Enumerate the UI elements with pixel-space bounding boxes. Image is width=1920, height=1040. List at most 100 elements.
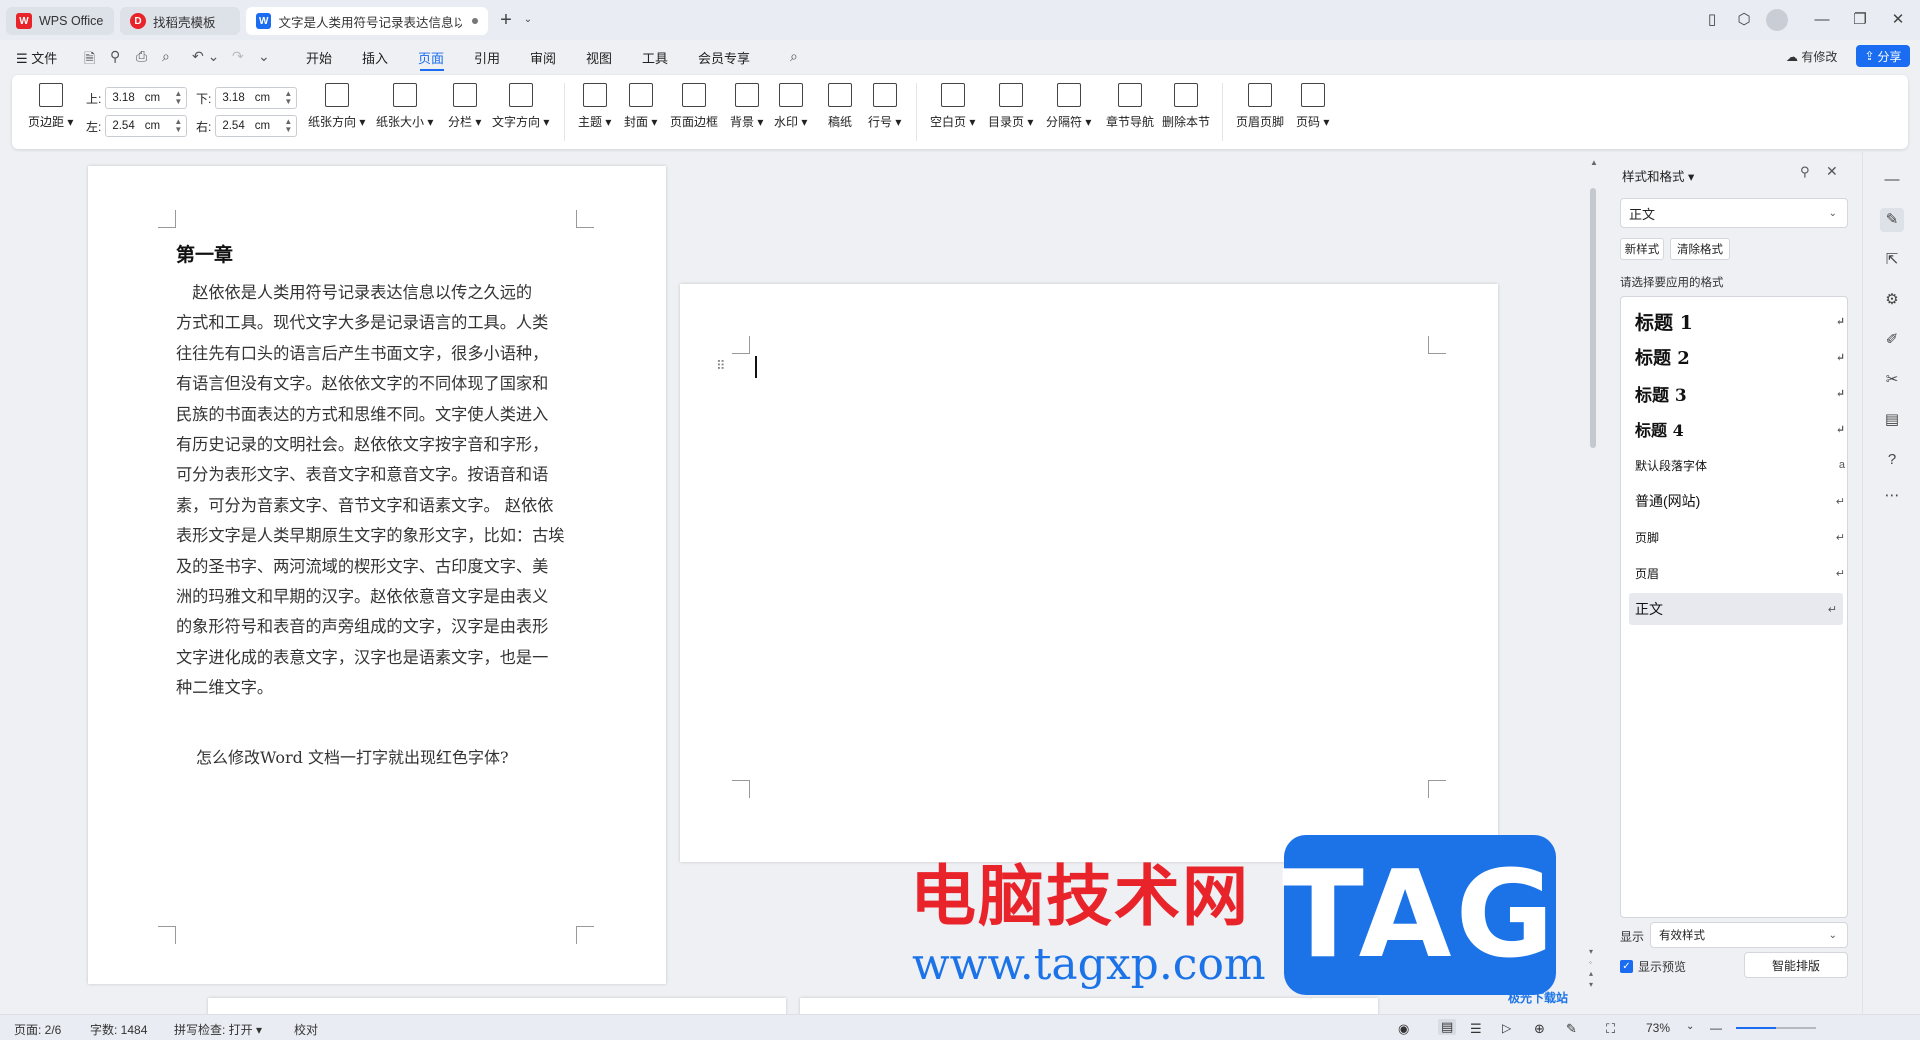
smart-layout-button[interactable]: 智能排版 bbox=[1744, 952, 1848, 978]
page-view-icon[interactable]: ▤ bbox=[1438, 1019, 1457, 1035]
margin-left-field[interactable]: 左: 2.54 cm ▲ ▼ bbox=[86, 115, 188, 137]
zoom-out-icon[interactable]: — bbox=[1710, 1021, 1722, 1035]
outline-view-icon[interactable]: ☰ bbox=[1470, 1021, 1482, 1037]
paragraph-line[interactable]: 文字进化成的表意文字，汉字也是语素文字，也是一 bbox=[176, 643, 586, 673]
question-line[interactable]: 怎么修改Word 文档一打字就出现红色字体? bbox=[196, 744, 509, 768]
pen-icon[interactable]: ✎ bbox=[1566, 1021, 1577, 1037]
margin-left-input[interactable]: 2.54 bbox=[112, 120, 134, 132]
menu-insert[interactable]: 插入 bbox=[362, 48, 388, 67]
margin-bottom-input[interactable]: 3.18 bbox=[222, 92, 244, 104]
margin-top-input[interactable]: 3.18 bbox=[112, 92, 134, 104]
cover-button[interactable]: 封面 ▾ bbox=[624, 83, 657, 130]
body-paragraph[interactable]: 赵依依是人类用符号记录表达信息以传之久远的 方式和工具。现代文字大多是记录语言的工… bbox=[176, 278, 586, 704]
background-button[interactable]: 背景 ▾ bbox=[730, 83, 763, 130]
page-indicator[interactable]: 页面: 2/6 bbox=[14, 1021, 61, 1038]
new-style-button[interactable]: 新样式 bbox=[1620, 238, 1664, 260]
page-nav-icon[interactable]: ▾ ◦ ▴ ▾ bbox=[1589, 946, 1593, 990]
page-3[interactable] bbox=[208, 998, 786, 1014]
paragraph-line[interactable]: 有历史记录的文明社会。赵依依文字按字音和字形， bbox=[176, 430, 586, 460]
print-preview-icon[interactable]: ⌕ bbox=[162, 48, 170, 65]
zoom-dropdown-icon[interactable]: ⌄ bbox=[1686, 1021, 1694, 1032]
text-direction-button[interactable]: 文字方向 ▾ bbox=[492, 83, 549, 130]
current-style-select[interactable]: 正文 ⌄ bbox=[1620, 198, 1848, 228]
theme-button[interactable]: 主题 ▾ bbox=[578, 83, 611, 130]
manuscript-button[interactable]: 稿纸 bbox=[828, 83, 852, 130]
columns-button[interactable]: 分栏 ▾ bbox=[448, 83, 481, 130]
paragraph-line[interactable]: 素，可分为音素文字、音节文字和语素文字。 赵依依 bbox=[176, 491, 586, 521]
margin-right-field[interactable]: 右: 2.54 cm ▲ ▼ bbox=[196, 115, 298, 137]
section-nav-button[interactable]: 章节导航 bbox=[1106, 83, 1154, 130]
chevron-down-icon[interactable]: ⌄ bbox=[518, 10, 538, 30]
toc-page-button[interactable]: 目录页 ▾ bbox=[988, 83, 1033, 130]
tab-wps-office[interactable]: W WPS Office bbox=[6, 7, 114, 35]
paragraph-line[interactable]: 有语言但没有文字。赵依依文字的不同体现了国家和 bbox=[176, 369, 586, 399]
paragraph-line[interactable]: 种二维文字。 bbox=[176, 673, 586, 703]
style-heading-4[interactable]: 标题 4 ↵ bbox=[1635, 415, 1845, 443]
word-count[interactable]: 字数: 1484 bbox=[90, 1021, 147, 1038]
drag-handle-icon[interactable]: ⠿ bbox=[716, 358, 726, 374]
page-border-button[interactable]: 页面边框 bbox=[670, 83, 718, 130]
separator-button[interactable]: 分隔符 ▾ bbox=[1046, 83, 1091, 130]
line-number-button[interactable]: 行号 ▾ bbox=[868, 83, 901, 130]
modified-indicator[interactable]: ☁ 有修改 bbox=[1786, 48, 1837, 65]
style-heading-3[interactable]: 标题 3 ↵ bbox=[1635, 379, 1845, 407]
eye-icon[interactable]: ◉ bbox=[1398, 1021, 1409, 1037]
menu-view[interactable]: 视图 bbox=[586, 48, 612, 67]
web-view-icon[interactable]: ⊕ bbox=[1534, 1021, 1545, 1037]
share-button[interactable]: ⇪ 分享 bbox=[1856, 45, 1910, 67]
close-panel-icon[interactable]: ✕ bbox=[1826, 163, 1838, 180]
paragraph-line[interactable]: 方式和工具。现代文字大多是记录语言的工具。人类 bbox=[176, 308, 586, 338]
share-link-icon[interactable]: ⚲ bbox=[110, 48, 120, 65]
more-icon[interactable]: ⋯ bbox=[1880, 484, 1904, 508]
tab-document[interactable]: W 文字是人类用符号记录表达信息以 bbox=[246, 7, 488, 35]
paragraph-line[interactable]: 赵依依是人类用符号记录表达信息以传之久远的 bbox=[176, 278, 586, 308]
style-heading-1[interactable]: 标题 1 ↵ bbox=[1635, 307, 1845, 335]
orientation-button[interactable]: 纸张方向 ▾ bbox=[308, 83, 365, 130]
new-tab-icon[interactable]: + bbox=[496, 10, 516, 30]
edit-doc-icon[interactable]: ✐ bbox=[1880, 328, 1904, 352]
blank-page-button[interactable]: 空白页 ▾ bbox=[930, 83, 975, 130]
scrollbar-thumb[interactable] bbox=[1590, 188, 1596, 448]
style-body-selected[interactable]: 正文 ↵ bbox=[1629, 593, 1843, 625]
redo-icon[interactable]: ↷ bbox=[232, 48, 244, 65]
delete-section-button[interactable]: 删除本节 bbox=[1162, 83, 1210, 130]
print-icon[interactable]: ⎙ bbox=[136, 48, 147, 65]
menu-page[interactable]: 页面 bbox=[418, 48, 444, 67]
page-2[interactable]: ⠿ bbox=[680, 284, 1498, 862]
panel-title[interactable]: 样式和格式 ▾ bbox=[1622, 166, 1694, 185]
style-brush-icon[interactable]: ✎ bbox=[1880, 208, 1904, 232]
tools-icon[interactable]: ✂ bbox=[1880, 368, 1904, 392]
tab-docer[interactable]: D 找稻壳模板 bbox=[120, 7, 240, 35]
spell-check-status[interactable]: 拼写检查: 打开 ▾ bbox=[174, 1021, 262, 1038]
book-icon[interactable]: ▤ bbox=[1880, 408, 1904, 432]
spin-icon[interactable]: ▲ ▼ bbox=[284, 118, 292, 134]
spin-icon[interactable]: ▲ ▼ bbox=[174, 90, 182, 106]
minimize-icon[interactable]: — bbox=[1812, 10, 1832, 30]
paragraph-line[interactable]: 可分为表形文字、表音文字和意音文字。按语音和语 bbox=[176, 460, 586, 490]
clear-format-button[interactable]: 清除格式 bbox=[1670, 238, 1730, 260]
paragraph-line[interactable]: 洲的玛雅文和早期的汉字。赵依依意音文字是由表义 bbox=[176, 582, 586, 612]
menu-review[interactable]: 审阅 bbox=[530, 48, 556, 67]
margins-button[interactable]: 页边距 ▾ bbox=[28, 83, 73, 130]
margin-top-field[interactable]: 上: 3.18 cm ▲ ▼ bbox=[86, 87, 188, 109]
save-icon[interactable]: 🗎 bbox=[84, 48, 95, 72]
menu-member[interactable]: 会员专享 bbox=[698, 48, 750, 67]
search-icon[interactable]: ⌕ bbox=[790, 48, 798, 65]
spin-icon[interactable]: ▲ ▼ bbox=[284, 90, 292, 106]
paragraph-line[interactable]: 民族的书面表达的方式和思维不同。文字使人类进入 bbox=[176, 400, 586, 430]
paper-size-button[interactable]: 纸张大小 ▾ bbox=[376, 83, 433, 130]
paragraph-line[interactable]: 的象形符号和表音的声旁组成的文字，汉字是由表形 bbox=[176, 612, 586, 642]
style-normal-web[interactable]: 普通(网站) ↵ bbox=[1635, 487, 1845, 515]
style-footer[interactable]: 页脚 ↵ bbox=[1635, 523, 1845, 551]
undo-icon[interactable]: ↶ ⌄ bbox=[192, 48, 219, 65]
properties-icon[interactable]: ⚙ bbox=[1880, 288, 1904, 312]
help-icon[interactable]: ? bbox=[1880, 448, 1904, 472]
margin-right-input[interactable]: 2.54 bbox=[222, 120, 244, 132]
avatar[interactable] bbox=[1766, 9, 1788, 31]
menu-tools[interactable]: 工具 bbox=[642, 48, 668, 67]
play-icon[interactable]: ▷ bbox=[1502, 1021, 1511, 1035]
pin-icon[interactable]: ⚲ bbox=[1800, 164, 1810, 180]
paragraph-line[interactable]: 及的圣书字、两河流域的楔形文字、古印度文字、美 bbox=[176, 552, 586, 582]
layout-icon[interactable]: ▯ bbox=[1702, 10, 1722, 30]
header-footer-button[interactable]: 页眉页脚 bbox=[1236, 83, 1284, 130]
